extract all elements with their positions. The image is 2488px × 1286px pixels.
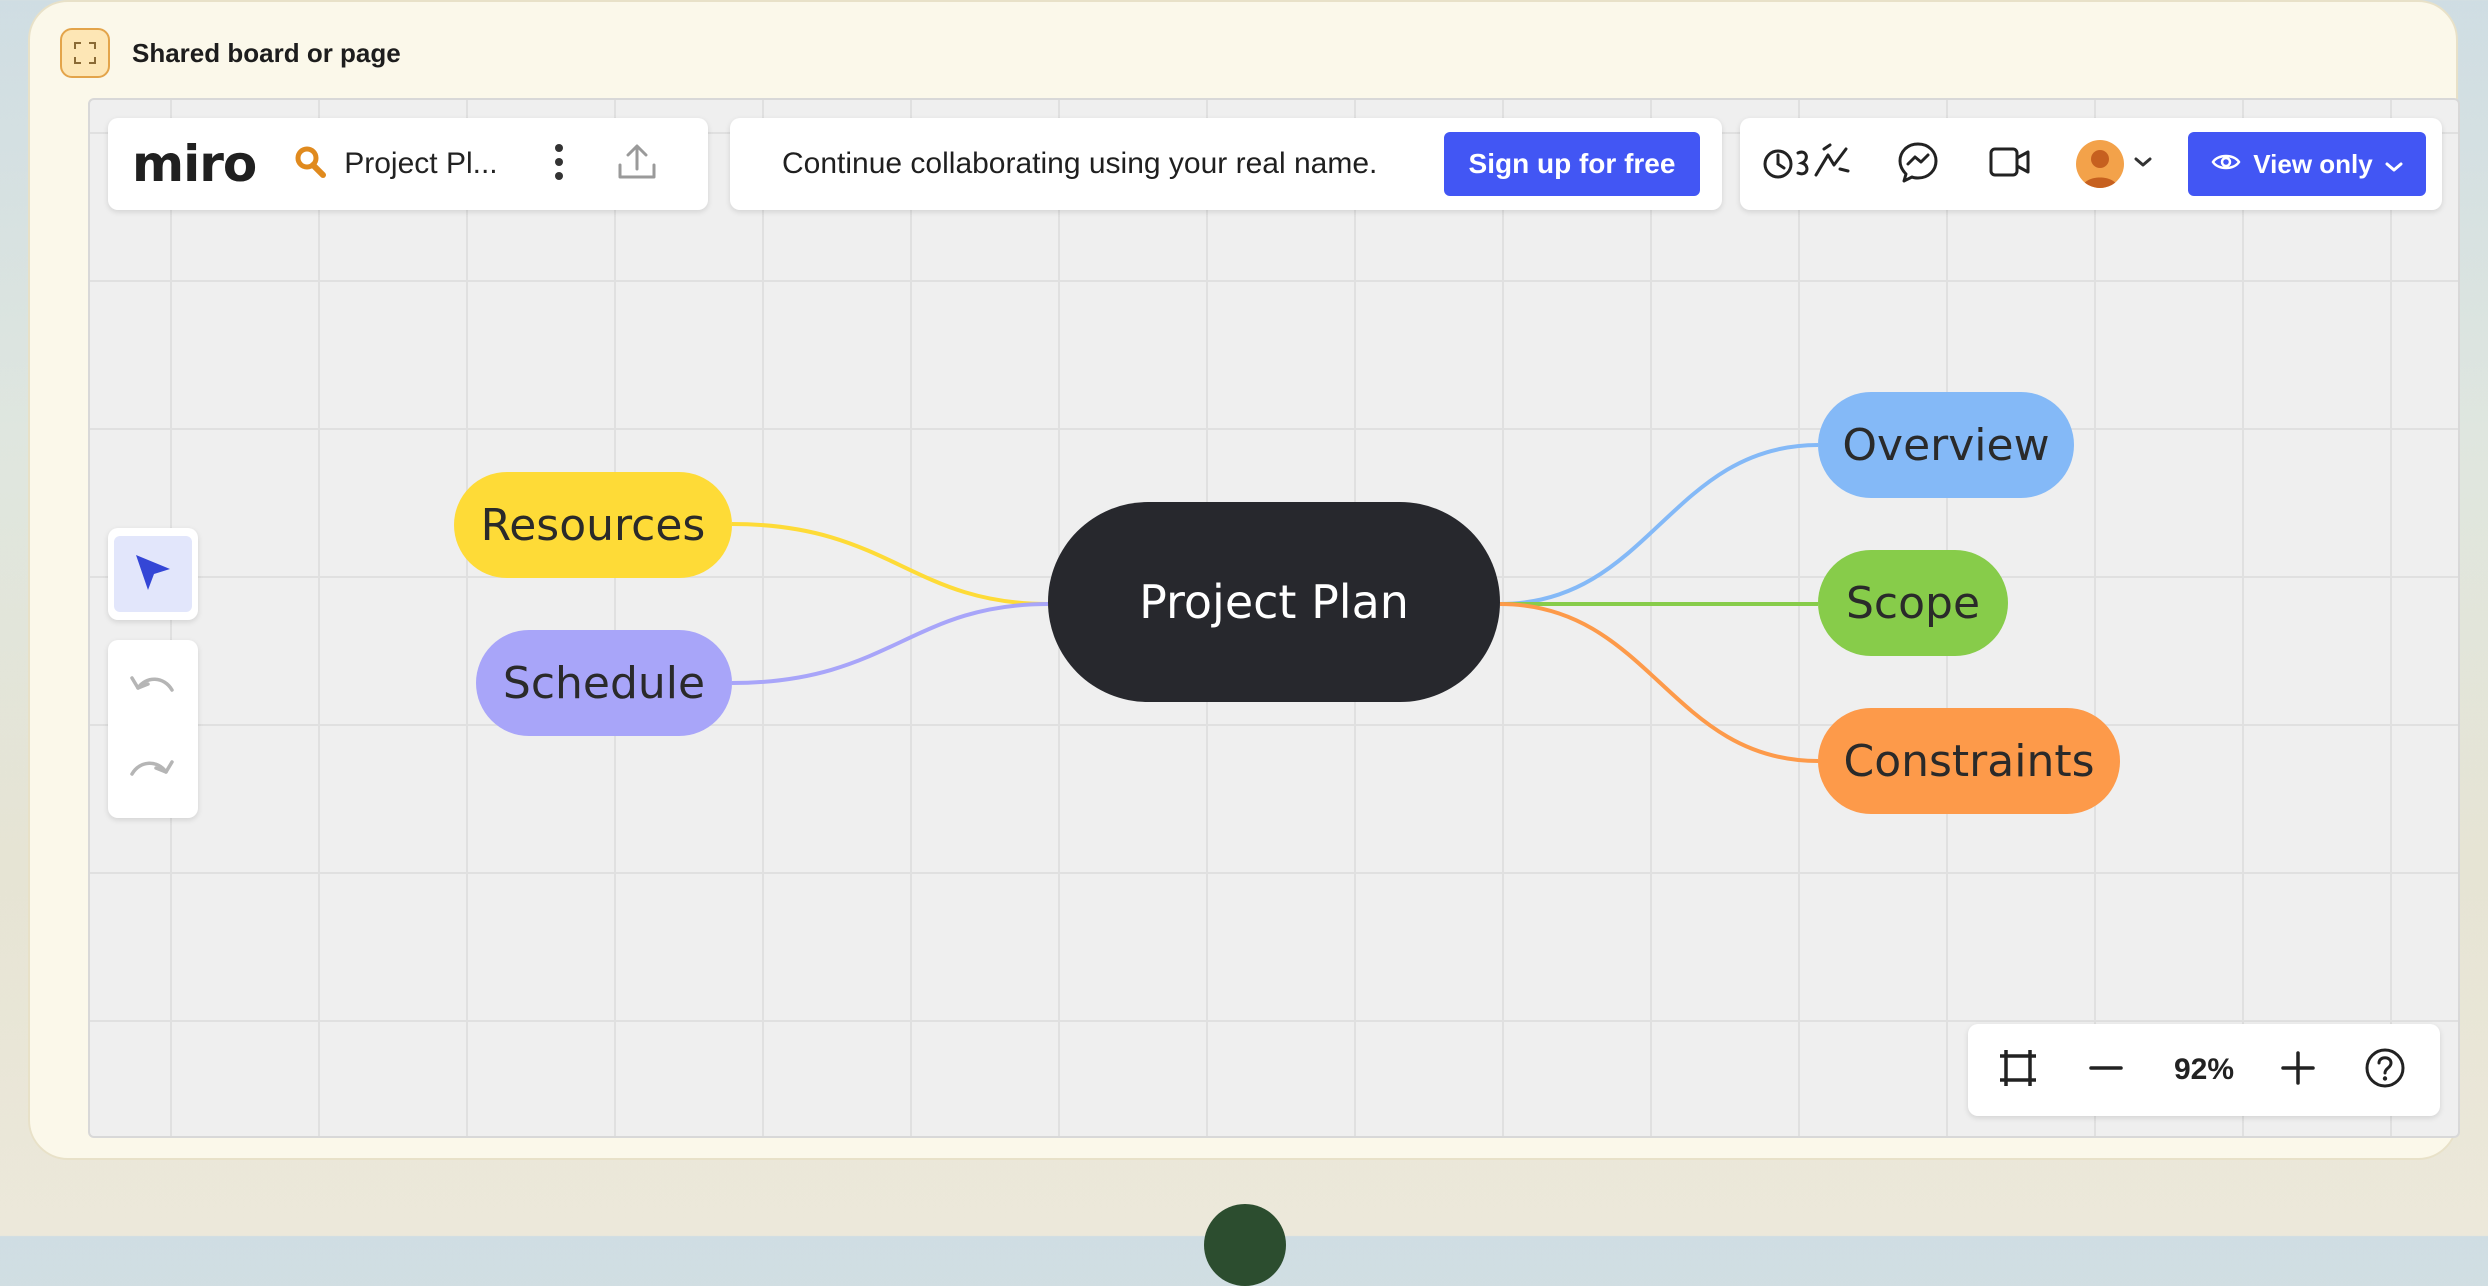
expand-icon[interactable] [60,28,110,78]
shared-board-card: Shared board or page Project Plan Resour… [28,0,2460,1160]
chat-icon[interactable] [1896,140,1940,189]
card-title: Shared board or page [132,37,401,68]
eye-icon [2211,149,2241,180]
zoom-in-icon[interactable] [2280,1050,2316,1091]
connector-resources [731,522,1049,606]
view-only-button[interactable]: View only [2188,132,2426,196]
board-info-panel: miro Project Pl... [108,118,708,210]
connector-schedule [731,602,1049,685]
board-name[interactable]: Project Pl... [344,147,497,181]
signup-button[interactable]: Sign up for free [1444,132,1700,196]
zoom-level[interactable]: 92% [2164,1053,2244,1087]
mindmap-node-constraints[interactable]: Constraints [1818,708,2120,814]
cursor-arrow-icon [130,549,176,600]
connector-constraints [1499,602,1819,763]
collaboration-tools-panel: View only [1740,118,2442,210]
help-icon[interactable] [2364,1047,2406,1094]
user-avatar[interactable] [2076,140,2124,188]
miro-logo[interactable]: miro [132,135,257,193]
chevron-down-icon[interactable] [2134,155,2152,173]
mindmap-node-scope[interactable]: Scope [1818,550,2008,656]
select-tool-panel [108,528,198,620]
board-search-icon [292,144,328,185]
select-tool-button[interactable] [114,536,192,612]
collaboration-banner: Continue collaborating using your real n… [730,118,1722,210]
undo-icon[interactable] [128,668,176,707]
reactions-icon[interactable] [1762,141,1852,188]
chevron-down-icon [2385,149,2403,180]
mindmap-node-overview[interactable]: Overview [1818,392,2074,498]
fit-to-screen-icon[interactable] [1996,1046,2040,1095]
view-only-label: View only [2253,148,2373,179]
zoom-controls-panel: 92% [1968,1024,2440,1116]
connector-overview [1499,443,1819,606]
history-tools-panel [108,640,198,818]
mindmap-node-resources[interactable]: Resources [454,472,732,578]
collab-message: Continue collaborating using your real n… [782,147,1378,180]
more-options-icon[interactable] [554,142,564,187]
card-header: Shared board or page [60,28,401,78]
miro-board-canvas[interactable]: Project Plan Resources Schedule Overview… [88,98,2460,1138]
mindmap-node-center[interactable]: Project Plan [1048,502,1500,702]
video-call-icon[interactable] [1988,144,2032,185]
zoom-out-icon[interactable] [2088,1050,2124,1091]
redo-icon[interactable] [128,752,176,791]
upload-share-icon[interactable] [616,141,658,188]
mindmap-node-schedule[interactable]: Schedule [476,630,732,736]
floating-avatar-bubble[interactable] [1204,1204,1286,1286]
